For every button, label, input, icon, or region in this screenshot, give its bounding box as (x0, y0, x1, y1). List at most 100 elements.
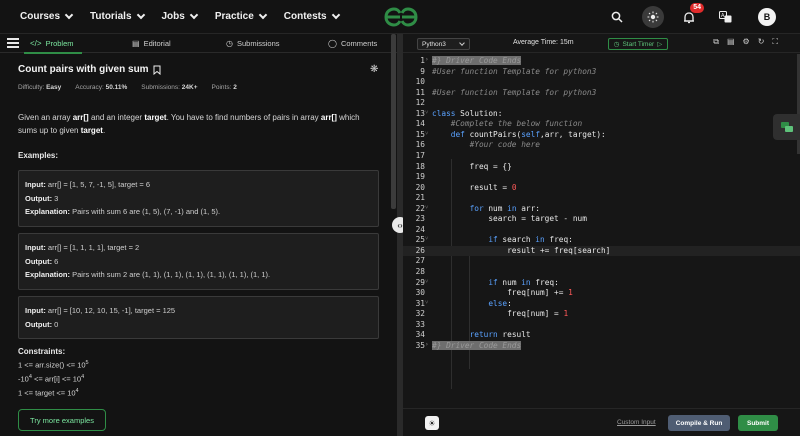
fold-arrow-icon[interactable]: ˅ (425, 235, 431, 242)
code-line[interactable]: 26 result += freq[search] (403, 245, 800, 257)
fold-arrow-icon[interactable]: › (425, 341, 431, 348)
code-text: for num in arr: (469, 203, 541, 213)
code-line[interactable]: 15 ˅ def countPairs(self,arr, target): (403, 130, 800, 141)
code-icon: </> (30, 39, 42, 48)
lightbulb-icon[interactable]: ☀ (425, 416, 439, 430)
language-select[interactable]: Python3 (417, 38, 470, 50)
nav-right-group: 54 A B (592, 0, 800, 34)
line-number: 34 (415, 330, 425, 340)
code-line[interactable]: 9 #User function Template for python3 (403, 67, 800, 78)
report-bug-icon[interactable]: ❋ (370, 64, 378, 75)
tab-problem[interactable]: </> Problem (24, 34, 81, 54)
code-line[interactable]: 28 (403, 267, 800, 278)
code-line[interactable]: 16 #Your code here (403, 140, 800, 151)
start-timer-button[interactable]: ◷ Start Timer ▷ (608, 38, 668, 50)
code-line[interactable]: 29 ˅ if num in freq: (403, 278, 800, 289)
desc-text: . (102, 126, 106, 135)
menu-icon[interactable] (7, 38, 19, 48)
translate-icon: A (718, 11, 731, 23)
code-text: if search in freq: (488, 235, 573, 245)
desc-bold: arr[] (72, 113, 89, 122)
line-number: 25 (415, 235, 425, 245)
fold-arrow-icon[interactable]: ˅ (425, 204, 431, 211)
code-line[interactable]: 34 return result (403, 330, 800, 341)
example-box: Input: arr[] = [1, 5, 7, -1, 5], target … (18, 170, 379, 227)
code-line[interactable]: 30 freq[num] += 1 (403, 288, 800, 299)
output-value: 0 (54, 319, 59, 329)
tab-editorial[interactable]: ▤ Editorial (132, 34, 171, 53)
code-line[interactable]: 20 result = 0 (403, 183, 800, 194)
code-line[interactable]: 10 (403, 77, 800, 88)
example-output: Output: 3 (25, 192, 372, 206)
code-line[interactable]: 35 › #} Driver Code Ends (403, 340, 800, 352)
fold-arrow-icon[interactable]: ˅ (425, 299, 431, 306)
bookmark-icon[interactable] (153, 65, 161, 75)
nav-courses[interactable]: Courses (20, 10, 74, 22)
try-more-examples-button[interactable]: Try more examples (18, 409, 106, 431)
desc-text: . You have to find numbers of pairs in a… (166, 113, 321, 122)
tab-submissions[interactable]: ◷ Submissions (226, 34, 280, 53)
code-line[interactable]: 27 (403, 256, 800, 267)
compile-run-button[interactable]: Compile & Run (668, 415, 730, 431)
points-value: 2 (233, 84, 237, 91)
constraint-text: <= arr[i] <= 10 (31, 374, 82, 384)
copy-icon[interactable]: ⧉ (713, 37, 719, 47)
chat-button[interactable] (773, 114, 800, 140)
problem-scrollbar[interactable] (391, 34, 396, 209)
code-line[interactable]: 32 freq[num] = 1 (403, 309, 800, 320)
fold-arrow-icon[interactable]: ˅ (425, 130, 431, 137)
fold-arrow-icon[interactable]: › (425, 56, 431, 63)
code-line[interactable]: 24 (403, 225, 800, 236)
avatar[interactable]: B (758, 8, 776, 26)
submit-button[interactable]: Submit (738, 415, 778, 431)
custom-input-link[interactable]: Custom Input (617, 419, 656, 426)
theme-toggle-button[interactable] (642, 6, 664, 28)
code-line[interactable]: 25 ˅ if search in freq: (403, 235, 800, 246)
docs-icon[interactable]: ▤ (727, 37, 735, 47)
chevron-down-icon (64, 10, 74, 20)
notifications-button[interactable]: 54 (678, 3, 704, 28)
code-line[interactable]: 18 freq = {} (403, 162, 800, 173)
code-line[interactable]: 13 ˅ class Solution: (403, 109, 800, 120)
code-text: result = 0 (432, 182, 517, 192)
example-output: Output: 0 (25, 318, 372, 332)
code-line[interactable]: 21 (403, 193, 800, 204)
editor-toolbar: Python3 Average Time: 15m ◷ Start Timer ▷ … (403, 34, 800, 53)
code-line[interactable]: 23 search = target - num (403, 214, 800, 225)
points-label: Points: (211, 84, 232, 91)
code-line[interactable]: 19 (403, 172, 800, 183)
code-line[interactable]: 17 (403, 151, 800, 162)
tab-comments[interactable]: ◯ Comments (328, 34, 377, 53)
input-value: arr[] = [1, 1, 1, 1], target = 2 (47, 243, 140, 252)
translate-button[interactable]: A (714, 6, 736, 28)
nav-tutorials[interactable]: Tutorials (90, 10, 145, 22)
output-label: Output: (25, 319, 53, 329)
code-line[interactable]: 22 ˅ for num in arr: (403, 204, 800, 215)
code-line[interactable]: 12 (403, 98, 800, 109)
start-timer-label: Start Timer (622, 40, 655, 48)
nav-contests[interactable]: Contests (284, 10, 340, 22)
example-box: Input: arr[] = [1, 1, 1, 1], target = 2 … (18, 233, 379, 290)
code-line[interactable]: 33 (403, 320, 800, 331)
settings-icon[interactable]: ⚙ (743, 37, 750, 47)
tab-comments-label: Comments (340, 39, 378, 48)
code-line[interactable]: 1 › #} Driver Code Ends (403, 56, 800, 67)
problem-description: Given an array arr[] and an integer targ… (18, 111, 378, 137)
fold-arrow-icon[interactable]: ˅ (425, 278, 431, 285)
desc-bold: target (80, 126, 103, 135)
nav-practice[interactable]: Practice (215, 10, 268, 22)
code-line[interactable]: 11 #User function Template for python3 (403, 88, 800, 99)
code-text: freq[num] += 1 (432, 288, 573, 298)
reset-icon[interactable]: ↻ (758, 37, 765, 47)
code-line[interactable]: 31 ˅ else: (403, 299, 800, 310)
nav-jobs[interactable]: Jobs (162, 10, 199, 22)
search-button[interactable] (606, 6, 628, 28)
nav-courses-label: Courses (20, 11, 61, 22)
fullscreen-icon[interactable]: ⛶ (772, 37, 778, 47)
gfg-logo[interactable] (383, 6, 419, 28)
play-icon: ▷ (657, 41, 663, 48)
code-editor[interactable]: 1 › #} Driver Code Ends 9 #User function Tem… (403, 54, 800, 408)
fold-arrow-icon[interactable]: ˅ (425, 109, 431, 116)
example-box: Input: arr[] = [10, 12, 10, 15, -1], tar… (18, 296, 379, 339)
code-line[interactable]: 14 #Complete the below function (403, 119, 800, 130)
